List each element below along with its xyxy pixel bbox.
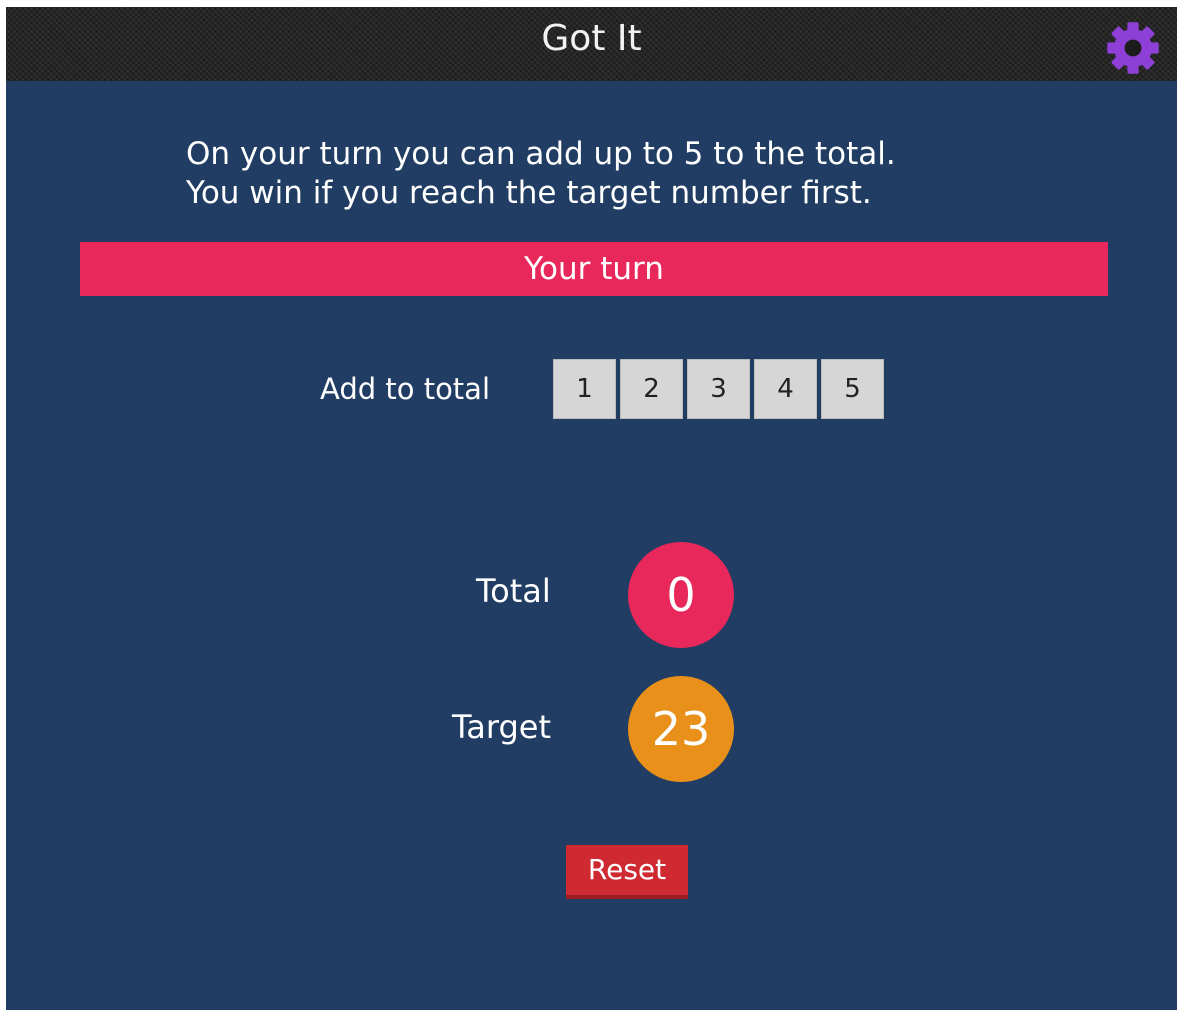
title-bar: Got It	[6, 7, 1177, 81]
total-value-badge: 0	[628, 542, 734, 648]
add-3-button[interactable]: 3	[687, 359, 750, 419]
target-label: Target	[452, 708, 551, 746]
add-2-button[interactable]: 2	[620, 359, 683, 419]
gear-icon[interactable]	[1103, 20, 1163, 76]
instructions: On your turn you can add up to 5 to the …	[186, 135, 1086, 213]
add-5-button[interactable]: 5	[821, 359, 884, 419]
add-4-button[interactable]: 4	[754, 359, 817, 419]
add-to-total-label: Add to total	[320, 372, 491, 406]
target-value-badge: 23	[628, 676, 734, 782]
turn-status-banner: Your turn	[80, 242, 1108, 296]
game-panel: Got It On your turn you can add up to 5	[6, 7, 1177, 1010]
instructions-line-1: On your turn you can add up to 5 to the …	[186, 136, 896, 172]
app-title: Got It	[541, 18, 642, 59]
reset-button[interactable]: Reset	[566, 845, 688, 899]
add-1-button[interactable]: 1	[553, 359, 616, 419]
total-label: Total	[476, 572, 551, 610]
instructions-line-2: You win if you reach the target number f…	[186, 175, 872, 211]
